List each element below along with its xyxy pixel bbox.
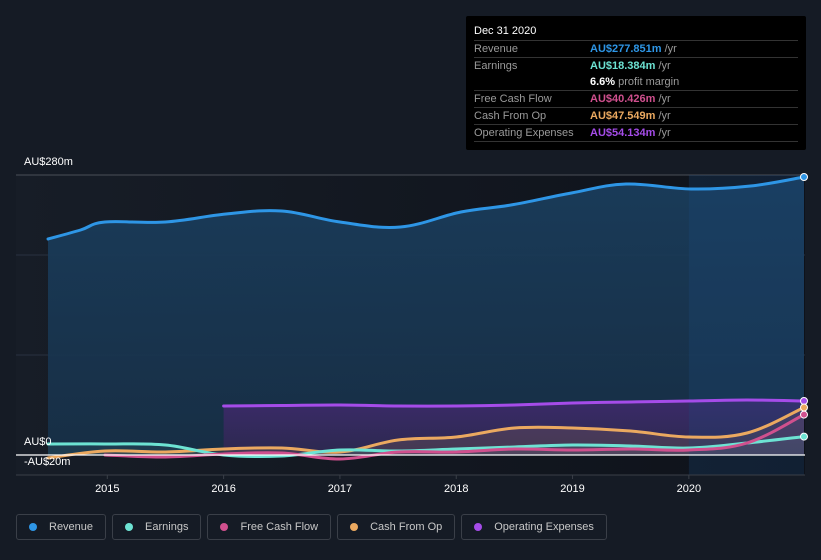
tooltip-row-revenue: Revenue AU$277.851m /yr: [474, 41, 798, 58]
x-axis: 2015 2016 2017 2018 2019 2020: [16, 474, 805, 495]
tooltip-unit: /yr: [658, 93, 671, 105]
forecast-highlight: [688, 175, 804, 475]
legend-label: Operating Expenses: [494, 521, 594, 533]
legend-item-revenue[interactable]: Revenue: [16, 514, 107, 540]
tooltip-value: 6.6%: [590, 76, 616, 88]
legend-item-cash-from-op[interactable]: Cash From Op: [337, 514, 456, 540]
tooltip-row-profit-margin: 6.6% profit margin: [474, 74, 798, 91]
end-marker-cash-from-op[interactable]: [800, 403, 808, 412]
tooltip-row-operating-expenses: Operating Expenses AU$54.134m /yr: [474, 125, 798, 142]
y-tick-label-top: AU$280m: [24, 156, 73, 168]
legend: Revenue Earnings Free Cash Flow Cash Fro…: [16, 514, 607, 540]
tooltip-value: AU$40.426m: [590, 93, 656, 105]
tooltip-row-earnings: Earnings AU$18.384m /yr: [474, 58, 798, 74]
legend-item-earnings[interactable]: Earnings: [112, 514, 202, 540]
tooltip-row-cash-from-op: Cash From Op AU$47.549m /yr: [474, 108, 798, 125]
tooltip-label: Revenue: [474, 43, 519, 55]
x-tick-label: 2020: [677, 483, 701, 495]
tooltip-unit: /yr: [658, 110, 671, 122]
tooltip-label: Cash From Op: [474, 110, 547, 122]
legend-dot-icon: [125, 523, 134, 531]
y-tick-label-bottom: -AU$20m: [24, 456, 71, 468]
tooltip-unit: /yr: [658, 60, 671, 72]
tooltip-label: Operating Expenses: [474, 127, 574, 139]
x-tick-label: 2019: [560, 483, 584, 495]
legend-dot-icon: [474, 523, 483, 531]
y-tick-label-zero: AU$0: [24, 436, 52, 448]
legend-dot-icon: [220, 523, 229, 531]
end-marker-free-cash-flow[interactable]: [800, 410, 808, 419]
tooltip-unit: /yr: [658, 127, 671, 139]
tooltip: Dec 31 2020 Revenue AU$277.851m /yr Earn…: [466, 16, 806, 150]
tooltip-value: AU$277.851m: [590, 43, 662, 55]
legend-item-free-cash-flow[interactable]: Free Cash Flow: [207, 514, 332, 540]
tooltip-label: Earnings: [474, 60, 518, 72]
tooltip-unit: profit margin: [618, 76, 680, 88]
x-tick-label: 2018: [444, 483, 468, 495]
tooltip-date: Dec 31 2020: [474, 23, 798, 41]
legend-item-operating-expenses[interactable]: Operating Expenses: [461, 514, 607, 540]
tooltip-label: Free Cash Flow: [474, 93, 552, 105]
tooltip-row-free-cash-flow: Free Cash Flow AU$40.426m /yr: [474, 91, 798, 108]
end-marker-earnings[interactable]: [800, 432, 808, 441]
legend-label: Revenue: [49, 521, 94, 533]
x-tick-label: 2015: [95, 483, 119, 495]
x-tick-label: 2017: [328, 483, 352, 495]
end-marker-operating-expenses[interactable]: [800, 397, 808, 405]
end-marker-revenue[interactable]: [800, 173, 808, 181]
legend-label: Free Cash Flow: [240, 521, 319, 533]
tooltip-label: [474, 74, 590, 90]
tooltip-value: AU$47.549m: [590, 110, 656, 122]
tooltip-value: AU$18.384m: [590, 60, 656, 72]
legend-dot-icon: [350, 523, 359, 531]
x-tick-label: 2016: [211, 483, 235, 495]
legend-dot-icon: [29, 523, 37, 531]
tooltip-unit: /yr: [664, 43, 677, 55]
legend-label: Cash From Op: [370, 521, 443, 533]
tooltip-value: AU$54.134m: [590, 127, 656, 139]
legend-label: Earnings: [145, 521, 189, 533]
